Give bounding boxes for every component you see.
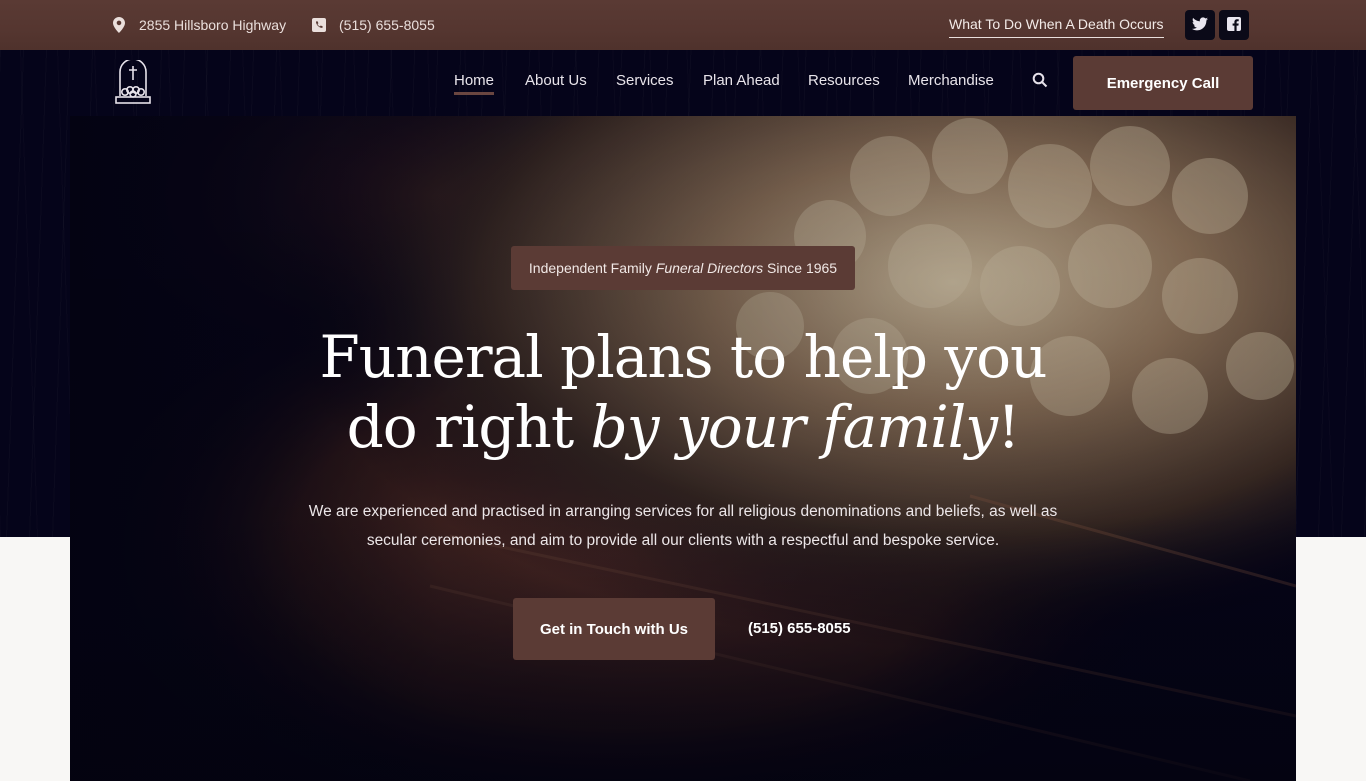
nav-services[interactable]: Services <box>616 72 674 89</box>
search-button[interactable] <box>1032 72 1050 90</box>
twitter-button[interactable] <box>1185 10 1215 40</box>
tombstone-icon <box>115 58 151 104</box>
map-pin-icon <box>111 17 127 33</box>
nav-resources[interactable]: Resources <box>808 72 880 89</box>
hero-description: We are experienced and practised in arra… <box>308 503 1058 549</box>
headline-line-2-em: by your family <box>590 393 998 461</box>
phone-icon <box>311 17 327 33</box>
nav-merchandise[interactable]: Merchandise <box>908 72 994 89</box>
search-icon <box>1032 72 1048 88</box>
badge-text-post: Since 1965 <box>763 260 838 276</box>
get-in-touch-button[interactable]: Get in Touch with Us <box>513 598 715 660</box>
facebook-icon <box>1227 16 1241 34</box>
nav-home[interactable]: Home <box>454 72 495 95</box>
site-logo[interactable] <box>113 58 153 106</box>
nav-plan-ahead[interactable]: Plan Ahead <box>703 72 780 89</box>
nav-about-us[interactable]: About Us <box>525 72 587 89</box>
hero-badge: Independent Family Funeral Directors Sin… <box>511 246 855 290</box>
emergency-call-button[interactable]: Emergency Call <box>1073 56 1253 110</box>
phone-text[interactable]: (515) 655-8055 <box>339 17 435 33</box>
top-bar: 2855 Hillsboro Highway (515) 655-8055 Wh… <box>0 0 1366 50</box>
twitter-icon <box>1192 16 1208 34</box>
hero-section: Independent Family Funeral Directors Sin… <box>70 116 1296 781</box>
hero-phone-link[interactable]: (515) 655-8055 <box>748 620 851 637</box>
badge-text-pre: Independent Family <box>528 260 656 276</box>
address-text: 2855 Hillsboro Highway <box>139 17 287 33</box>
facebook-button[interactable] <box>1219 10 1249 40</box>
headline-line-1: Funeral plans to help you <box>319 323 1048 391</box>
death-occurs-link[interactable]: What To Do When A Death Occurs <box>949 16 1164 38</box>
headline-line-2-pre: do right <box>346 393 591 461</box>
headline-line-2-post: ! <box>997 393 1020 461</box>
address-info: 2855 Hillsboro Highway <box>111 0 286 50</box>
hero-headline: Funeral plans to help you do right by yo… <box>70 322 1296 462</box>
phone-info[interactable]: (515) 655-8055 <box>311 0 435 50</box>
badge-text-em: Funeral Directors <box>655 260 764 276</box>
